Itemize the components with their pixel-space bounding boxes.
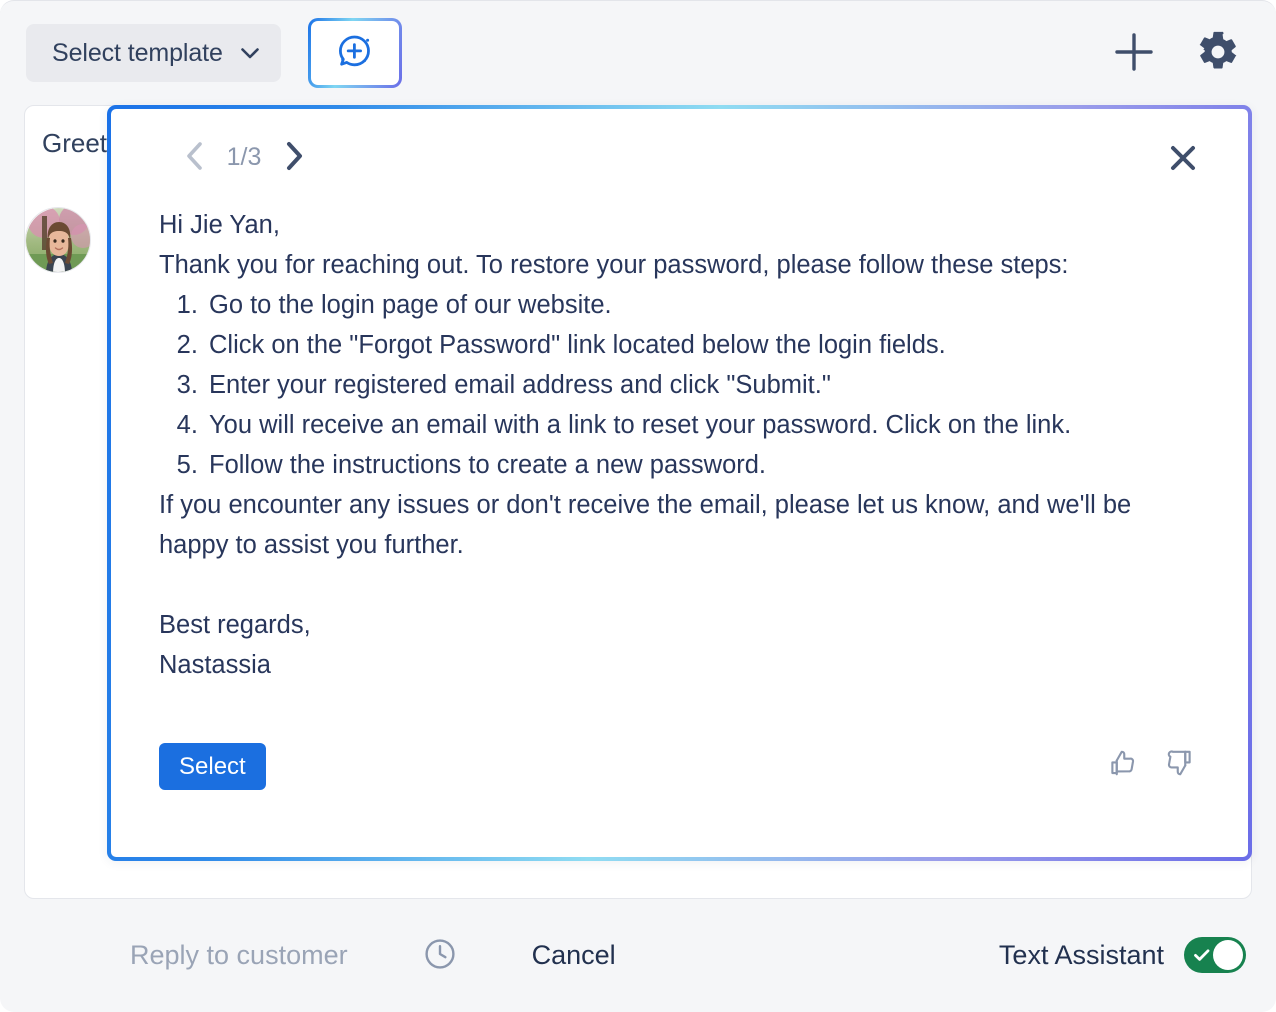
signature-spacer — [159, 565, 1200, 605]
chevron-down-icon — [241, 47, 259, 59]
thumbs-down-button[interactable] — [1162, 747, 1196, 781]
modal-footer: Select — [111, 739, 1248, 857]
bottom-action-bar: Reply to customer Cancel Text Assistant — [0, 898, 1276, 1012]
select-template-dropdown[interactable]: Select template — [26, 24, 281, 82]
text-assistant-toggle[interactable] — [1184, 937, 1246, 973]
suggestion-closing: If you encounter any issues or don't rec… — [159, 491, 1132, 559]
schedule-reply-button[interactable] — [420, 935, 460, 975]
feedback-controls — [1106, 747, 1196, 781]
select-template-label: Select template — [52, 38, 223, 67]
suggestion-body: Hi Jie Yan, Thank you for reaching out. … — [111, 205, 1248, 685]
ai-assistant-button[interactable] — [308, 18, 402, 88]
close-modal-button[interactable] — [1166, 142, 1200, 176]
list-item: Click on the "Forgot Password" link loca… — [205, 325, 1200, 365]
ai-chat-sparkle-icon — [334, 31, 376, 76]
suggestion-steps-list: Go to the login page of our website. Cli… — [159, 285, 1200, 485]
ai-suggestion-modal: 1/3 Hi Jie Yan, Thank you for reaching o… — [107, 105, 1252, 861]
thumbs-up-button[interactable] — [1106, 747, 1140, 781]
top-toolbar: Select template — [0, 1, 1276, 105]
modal-header: 1/3 — [111, 109, 1248, 205]
previous-suggestion-button[interactable] — [174, 137, 214, 177]
suggestion-signature: Nastassia — [159, 651, 271, 679]
list-item: Enter your registered email address and … — [205, 365, 1200, 405]
settings-button[interactable] — [1190, 25, 1246, 81]
chevron-left-icon — [183, 140, 205, 175]
select-suggestion-button[interactable]: Select — [159, 743, 266, 790]
clock-icon — [423, 937, 457, 974]
thumbs-up-icon — [1108, 748, 1138, 781]
gear-icon — [1196, 30, 1240, 77]
agent-avatar — [25, 207, 91, 273]
suggestion-salutation: Hi Jie Yan, — [159, 211, 280, 239]
thumbs-down-icon — [1164, 748, 1194, 781]
app-root: Select template Greeting 1/3 Hi Jie Yan,… — [0, 0, 1276, 1012]
text-assistant-control: Text Assistant — [999, 937, 1246, 973]
text-assistant-label: Text Assistant — [998, 939, 1164, 970]
next-suggestion-button[interactable] — [274, 137, 314, 177]
list-item: You will receive an email with a link to… — [205, 405, 1200, 445]
add-button[interactable] — [1106, 25, 1162, 81]
chevron-right-icon — [283, 140, 305, 175]
toggle-knob — [1213, 940, 1243, 970]
suggestion-signoff: Best regards, — [159, 611, 311, 639]
close-icon — [1169, 144, 1197, 175]
list-item: Go to the login page of our website. — [205, 285, 1200, 325]
cancel-button[interactable]: Cancel — [532, 940, 616, 971]
list-item: Follow the instructions to create a new … — [205, 445, 1200, 485]
plus-icon — [1111, 29, 1157, 78]
check-icon — [1193, 947, 1211, 966]
suggestion-page-indicator: 1/3 — [226, 142, 262, 171]
suggestion-pagination: 1/3 — [174, 137, 314, 177]
reply-to-customer-button[interactable]: Reply to customer — [130, 940, 348, 971]
suggestion-intro: Thank you for reaching out. To restore y… — [159, 251, 1069, 279]
